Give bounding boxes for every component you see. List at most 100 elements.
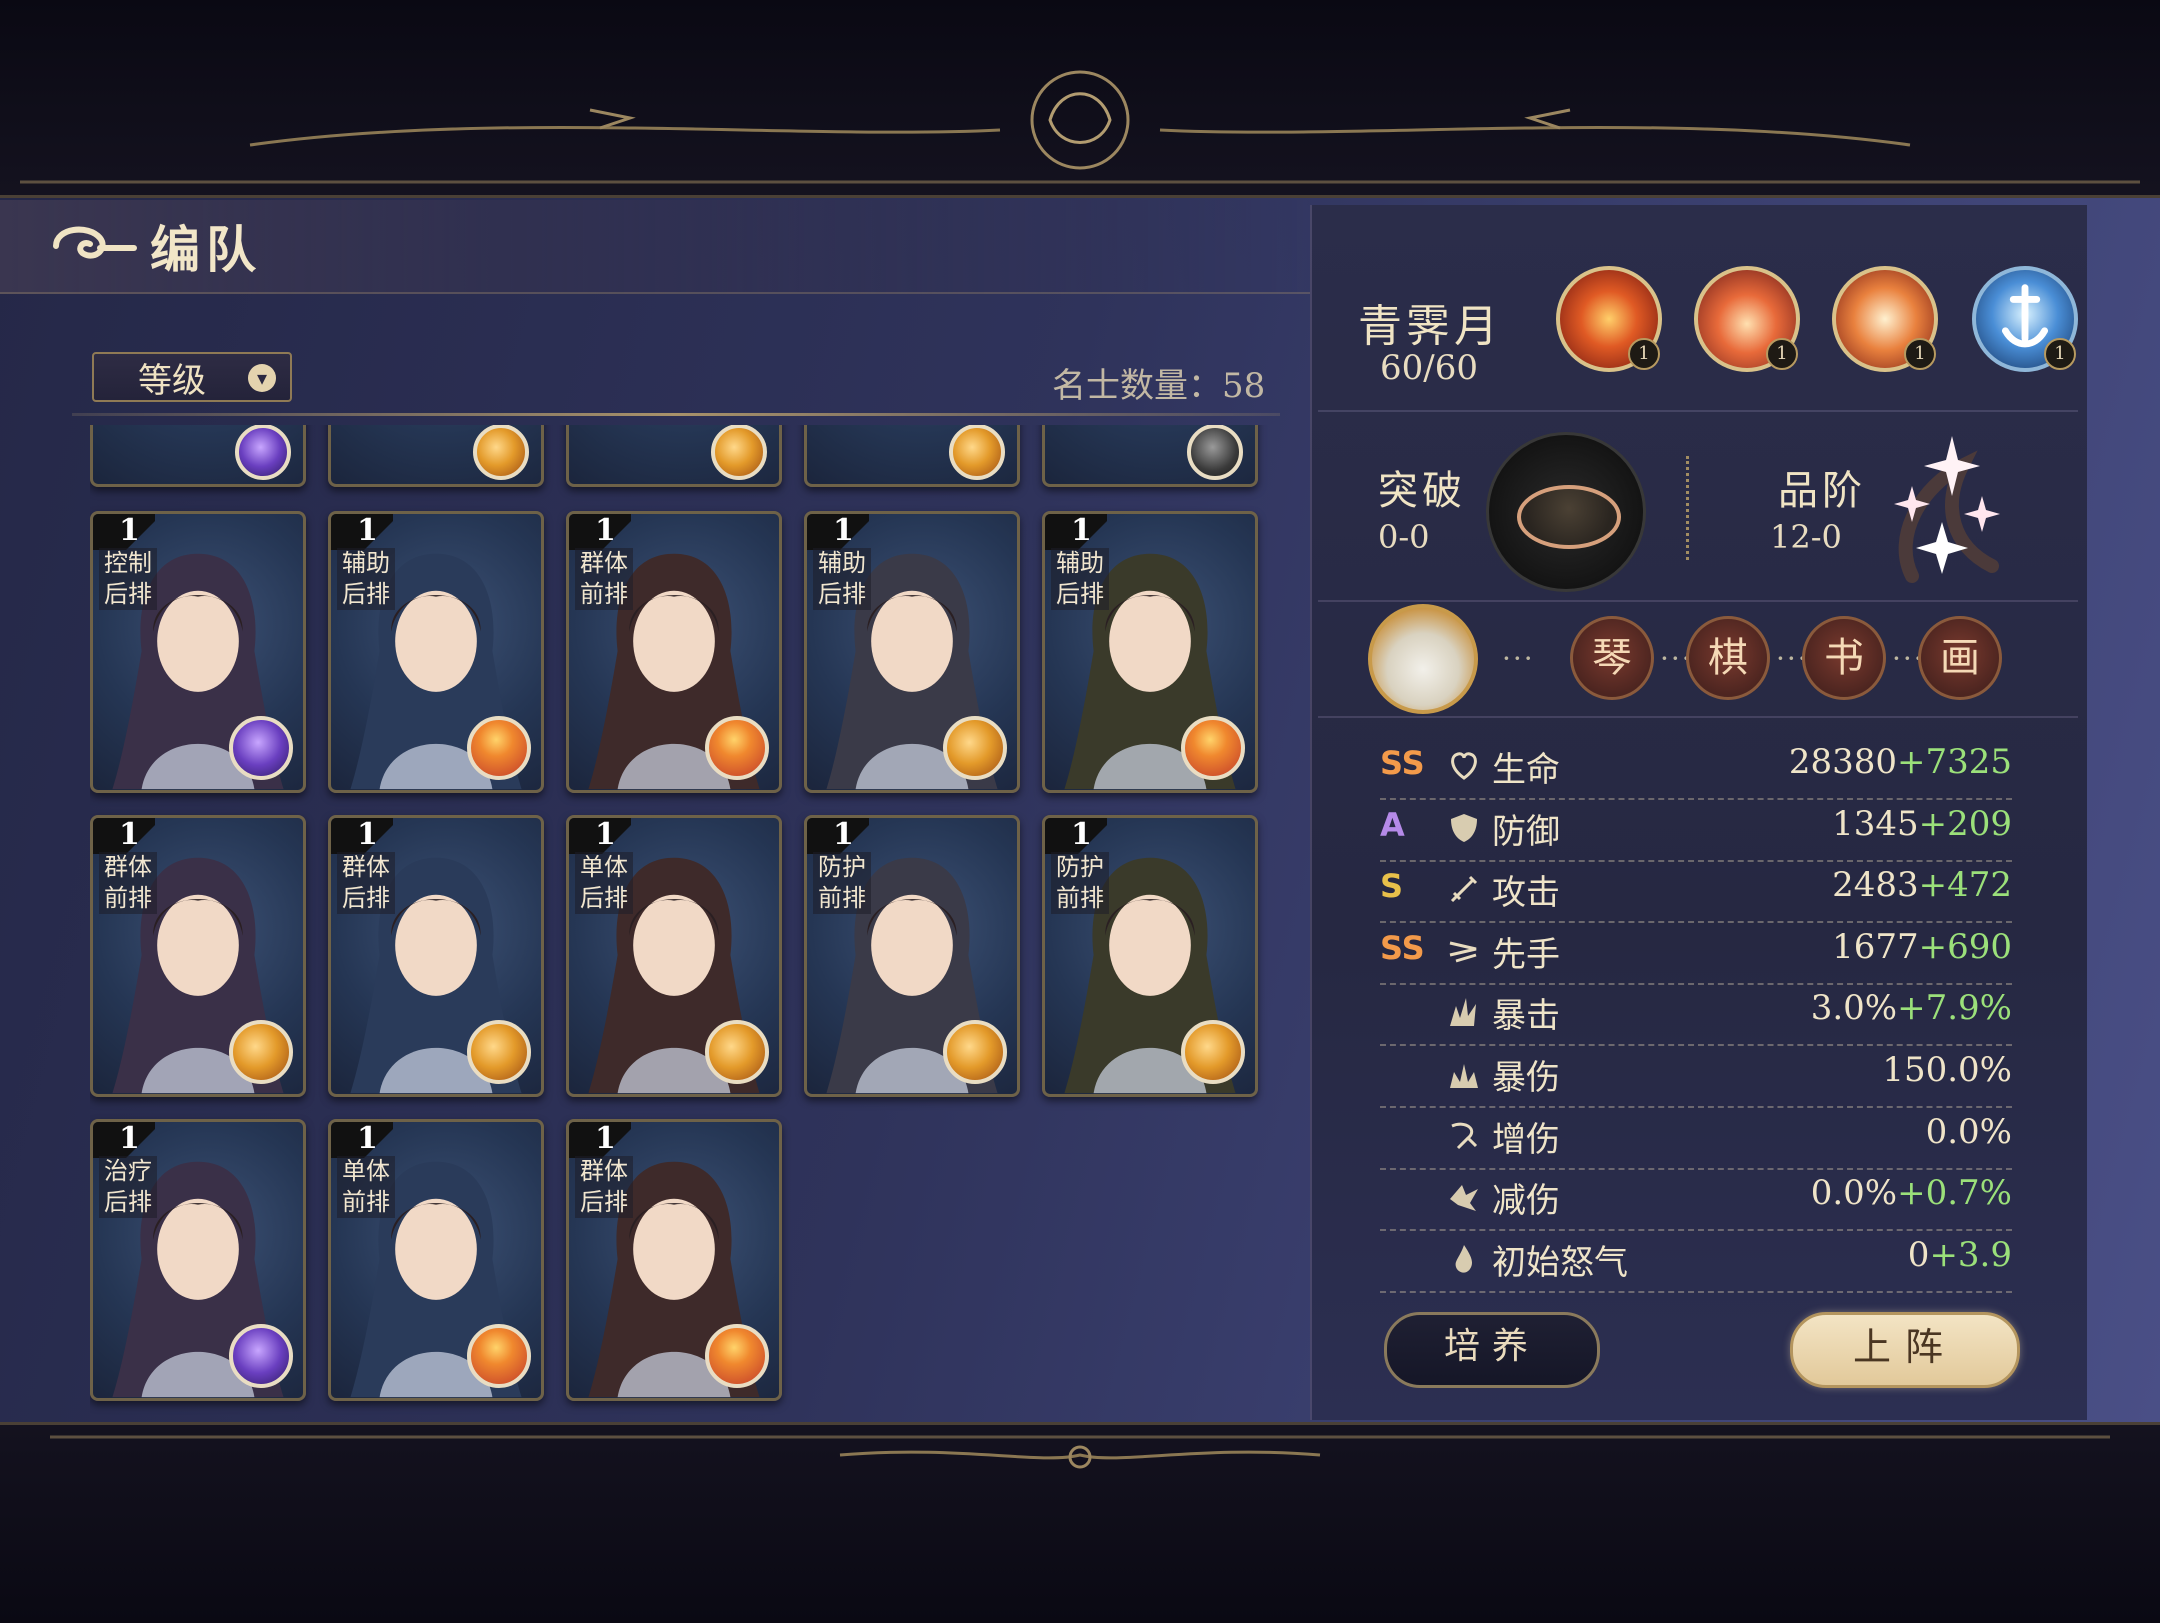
top-ornament [20,70,2140,184]
element-orb-icon [473,425,529,480]
hero-card[interactable]: 1 辅助 后排 [804,511,1020,793]
hero-role-tag: 治疗 后排 [99,1156,157,1218]
hero-level-badge: 1 [93,818,155,854]
breakthrough-icon[interactable] [1486,432,1646,592]
grade-star-icon[interactable] [1882,426,2012,596]
hero-level-badge: 1 [807,514,869,550]
hero-level-badge: 1 [93,1122,155,1158]
skill-3[interactable]: 1 [1832,266,1938,372]
chevron-down-icon: ▾ [248,364,276,392]
train-button[interactable]: 培养 [1384,1312,1600,1388]
hero-role-tag: 群体 后排 [337,852,395,914]
role-type: 群体 [104,853,152,881]
element-orb-icon [229,1020,293,1084]
hero-card-partial[interactable] [1042,425,1258,487]
stat-base: 3.0% [1810,988,1898,1029]
stat-row: A 防御 1345+209 [1380,800,2012,862]
role-position: 后排 [104,1188,152,1216]
role-type: 控制 [104,549,152,577]
divider-dotted [1686,456,1689,560]
element-orb-icon [949,425,1005,480]
page-title: 编队 [150,220,262,279]
deploy-button[interactable]: 上阵 [1790,1312,2020,1388]
stat-name: 防御 [1492,811,1560,852]
role-type: 辅助 [1056,549,1104,577]
breakthrough-label: 突破 [1378,468,1466,514]
top-frame [0,0,2160,198]
hero-card-partial[interactable] [328,425,544,487]
stat-row: SS 生命 28380+7325 [1380,738,2012,800]
role-type: 群体 [580,549,628,577]
stat-base: 0.0% [1925,1111,2012,1152]
hero-count-label: 名士数量：58 [1052,366,1266,406]
stat-value: 0+3.9 [1908,1235,2012,1275]
art-qin[interactable]: 琴 [1570,616,1654,700]
hero-card[interactable]: 1 群体 后排 [566,1119,782,1401]
hero-role-tag: 辅助 后排 [1051,548,1109,610]
art-hua[interactable]: 画 [1918,616,2002,700]
sort-dropdown[interactable]: 等级 ▾ [92,352,292,402]
role-position: 后排 [818,580,866,608]
stat-grade: SS [1380,744,1425,782]
heart-icon [1451,752,1477,780]
hero-card[interactable]: 1 群体 前排 [566,511,782,793]
stat-name: 生命 [1492,750,1560,790]
stat-name: 暴伤 [1492,1058,1560,1098]
sword-icon [1450,876,1478,903]
back-swirl-icon[interactable] [48,218,138,274]
hero-card[interactable]: 1 控制 后排 [90,511,306,793]
stat-name: 增伤 [1492,1119,1560,1160]
hero-role-tag: 控制 后排 [99,548,157,610]
hero-level-badge: 1 [331,1122,393,1158]
hero-role-tag: 单体 前排 [337,1156,395,1218]
hero-card[interactable]: 1 群体 后排 [328,815,544,1097]
stat-bonus: +472 [1918,865,2012,906]
crit-damage-icon [1450,1064,1478,1088]
stat-base: 1677 [1832,926,1919,967]
divider [72,413,1280,416]
stat-base: 2483 [1832,865,1919,906]
element-orb-icon [229,716,293,780]
hero-level-badge: 1 [1045,514,1107,550]
hero-grid[interactable]: 1 控制 后排 1 辅助 后排 1 群体 前排 1 辅助 后排 1 辅助 后排 1 群体 前排 1 群体 后排 1 单体 后排… [90,425,1290,1415]
skill-4[interactable]: 1 [1972,266,2078,372]
hero-role-tag: 群体 前排 [575,548,633,610]
hero-card[interactable]: 1 辅助 后排 [328,511,544,793]
stat-base: 0.0% [1810,1173,1898,1214]
skill-count: 1 [1904,338,1936,370]
skill-count: 1 [2044,338,2076,370]
breakthrough-value: 0-0 [1378,518,1430,556]
art-shu[interactable]: 书 [1802,616,1886,700]
art-qi[interactable]: 棋 [1686,616,1770,700]
hero-card[interactable]: 1 单体 前排 [328,1119,544,1401]
crit-icon [1450,998,1476,1027]
hero-card[interactable]: 1 群体 前排 [90,815,306,1097]
hero-card[interactable]: 1 防护 前排 [1042,815,1258,1097]
role-position: 前排 [580,580,628,608]
grade-value: 12-0 [1770,518,1842,556]
role-type: 群体 [580,1157,628,1185]
skill-2[interactable]: 1 [1694,266,1800,372]
hero-card-partial[interactable] [804,425,1020,487]
bottom-frame [0,1422,2160,1623]
element-orb-icon [467,716,531,780]
role-position: 后排 [1056,580,1104,608]
stat-base: 28380 [1788,742,1897,782]
hero-card[interactable]: 1 辅助后排 [1042,511,1258,793]
stat-value: 3.0%+7.9% [1811,988,2012,1028]
skill-count: 1 [1766,338,1798,370]
stat-value: 150.0% [1882,1050,2012,1090]
stat-value: 28380+7325 [1789,742,2012,782]
hero-card[interactable]: 1 治疗 后排 [90,1119,306,1401]
skill-1[interactable]: 1 [1556,266,1662,372]
stat-bonus: +7.9% [1897,988,2012,1029]
stat-row: 暴击 3.0%+7.9% [1380,984,2012,1047]
stat-name: 减伤 [1492,1181,1560,1222]
hero-card-partial[interactable] [566,425,782,487]
role-position: 前排 [1056,884,1104,912]
role-position: 前排 [818,884,866,912]
hero-card[interactable]: 1 单体 后排 [566,815,782,1097]
pet-avatar[interactable] [1368,604,1478,714]
hero-card[interactable]: 1 防护 前排 [804,815,1020,1097]
hero-card-partial[interactable] [90,425,306,487]
